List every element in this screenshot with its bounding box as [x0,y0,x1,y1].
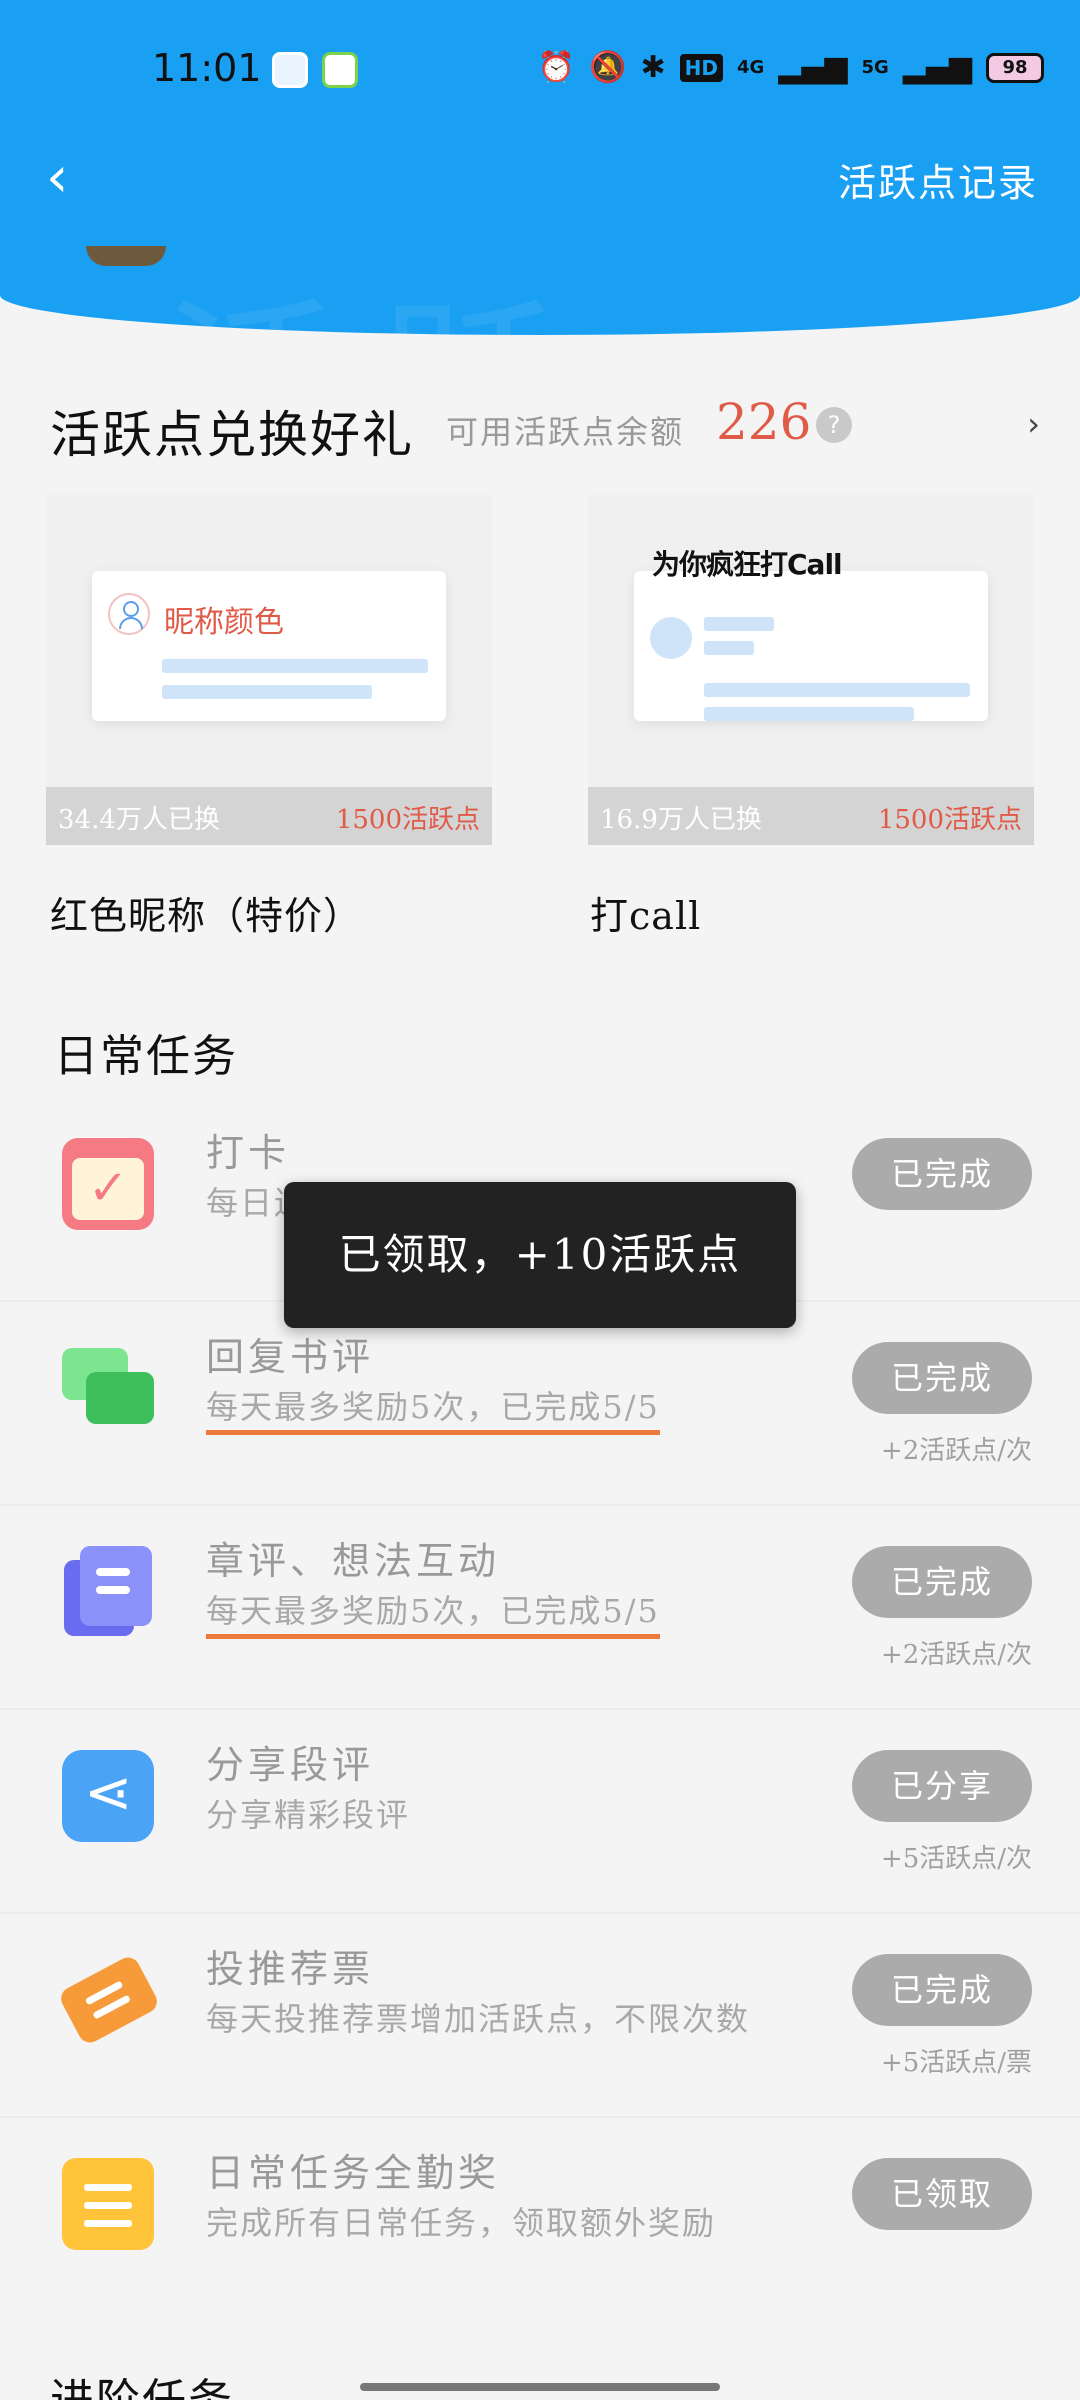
task-share-comment: 分享段评 分享精彩段评 已分享 +5活跃点/次 [0,1710,1080,1914]
status-time: 11:01 [152,46,262,90]
task-full-attendance: 日常任务全勤奖 完成所有日常任务，领取额外奖励 已领取 [0,2118,1080,2322]
exchange-title: 活跃点兑换好礼 [50,406,414,464]
task-recommend-vote: 投推荐票 每天投推荐票增加活跃点，不限次数 已完成 +5活跃点/票 [0,1914,1080,2118]
signal-4g-icon: 4G [736,56,765,78]
alarm-icon: ⏰ [537,50,576,85]
task-desc: 每天投推荐票增加活跃点，不限次数 [206,2000,751,2038]
preview-label: 昵称颜色 [164,605,284,640]
task-name: 投推荐票 [206,1947,375,1991]
task-status-button[interactable]: 已领取 [852,2158,1032,2230]
exchange-price: 1500活跃点 [877,805,1022,835]
task-name: 打卡 [206,1131,291,1175]
points-record-link[interactable]: 活跃点记录 [838,152,1038,207]
bluetooth-icon: ✱ [640,50,666,85]
task-name: 分享段评 [206,1743,375,1787]
exchange-section: 活跃点兑换好礼 可用活跃点余额 226 ? › 昵称颜色 34.4万人已换 15… [0,355,1080,975]
placeholder-line [704,617,774,631]
balance-label: 可用活跃点余额 [446,413,685,451]
avatar-placeholder [650,617,692,659]
status-bar: 11:01 ⏰ 🔕 ✱ HD 4G ▂▄▆ 5G ▂▄▆ 98 [0,40,1080,100]
task-status-button[interactable]: 已完成 [852,1138,1032,1210]
video-app-notification-icon [322,52,358,88]
back-button[interactable]: ‹ [46,148,86,208]
task-desc: 每天最多奖励5次，已完成5/5 [206,1586,660,1639]
placeholder-line [704,641,754,655]
task-status-button[interactable]: 已完成 [852,1954,1032,2026]
task-status-button[interactable]: 已完成 [852,1342,1032,1414]
person-icon [108,593,150,635]
task-reward: +2活跃点/次 [880,1640,1032,1670]
signal-bars-icon: ▂▄▆ [902,50,972,85]
task-desc: 分享精彩段评 [206,1796,411,1834]
document-icon [62,1546,154,1638]
task-reply-review: 回复书评 每天最多奖励5次，已完成5/5 已完成 +2活跃点/次 [0,1302,1080,1506]
status-indicators: ⏰ 🔕 ✱ HD 4G ▂▄▆ 5G ▂▄▆ 98 [538,50,1044,85]
task-reward: +5活跃点/次 [880,1844,1032,1874]
task-chapter-comment: 章评、想法互动 每天最多奖励5次，已完成5/5 已完成 +2活跃点/次 [0,1506,1080,1710]
help-icon[interactable]: ? [816,407,852,443]
placeholder-line [162,659,428,673]
mute-icon: 🔕 [589,50,627,85]
signal-5g-icon: 5G [861,56,889,78]
header-watermark: 活跃 [160,240,600,335]
exchange-price: 1500活跃点 [335,805,480,835]
activity-points-page: 活跃 11:01 ⏰ 🔕 ✱ HD 4G ▂▄▆ 5G ▂▄▆ 98 ‹ 活跃点… [0,0,1080,2400]
header: 活跃 11:01 ⏰ 🔕 ✱ HD 4G ▂▄▆ 5G ▂▄▆ 98 ‹ 活跃点… [0,0,1080,335]
exchange-item-red-nickname[interactable]: 昵称颜色 34.4万人已换 1500活跃点 [46,495,492,845]
exchange-count: 34.4万人已换 [58,805,220,835]
task-status-button[interactable]: 已分享 [852,1750,1032,1822]
call-banner: 为你疯狂打Call [652,548,843,581]
hd-icon: HD [679,53,723,82]
card-footer: 16.9万人已换 1500活跃点 [588,787,1034,845]
exchange-item-call[interactable]: 为你疯狂打Call 16.9万人已换 1500活跃点 [588,495,1034,845]
exchange-item-name[interactable]: 打call [590,885,701,940]
task-desc: 每天最多奖励5次，已完成5/5 [206,1382,660,1435]
signal-bars-icon: ▂▄▆ [778,50,848,85]
task-status-button[interactable]: 已完成 [852,1546,1032,1618]
chat-bubbles-icon [62,1342,154,1434]
balance-value: 226 [716,393,812,451]
advanced-tasks-title: 进阶任务 [50,2364,234,2400]
task-name: 章评、想法互动 [206,1539,501,1583]
task-name: 日常任务全勤奖 [206,2151,501,2195]
avatar [86,246,166,266]
task-reward: +2活跃点/次 [880,1436,1032,1466]
ticket-icon [56,1953,162,2047]
placeholder-line [162,685,372,699]
card-footer: 34.4万人已换 1500活跃点 [46,787,492,845]
battery-icon: 98 [986,52,1044,83]
calendar-icon [62,1138,154,1230]
placeholder-line [704,683,970,697]
nickname-preview: 昵称颜色 [92,571,446,721]
call-preview [634,571,988,721]
task-name: 回复书评 [206,1335,375,1379]
exchange-count: 16.9万人已换 [600,805,762,835]
chevron-right-icon[interactable]: › [1027,405,1040,443]
task-reward: +5活跃点/票 [880,2048,1032,2078]
share-icon [62,1750,154,1842]
home-indicator[interactable] [360,2383,720,2391]
placeholder-line [704,707,914,721]
task-desc: 完成所有日常任务，领取额外奖励 [206,2204,717,2242]
daily-tasks-title: 日常任务 [54,1031,238,1082]
toast-message: 已领取，+10活跃点 [284,1182,796,1328]
app-notification-icon [272,52,308,88]
exchange-item-name[interactable]: 红色昵称（特价） [50,885,362,940]
list-icon [62,2158,154,2250]
